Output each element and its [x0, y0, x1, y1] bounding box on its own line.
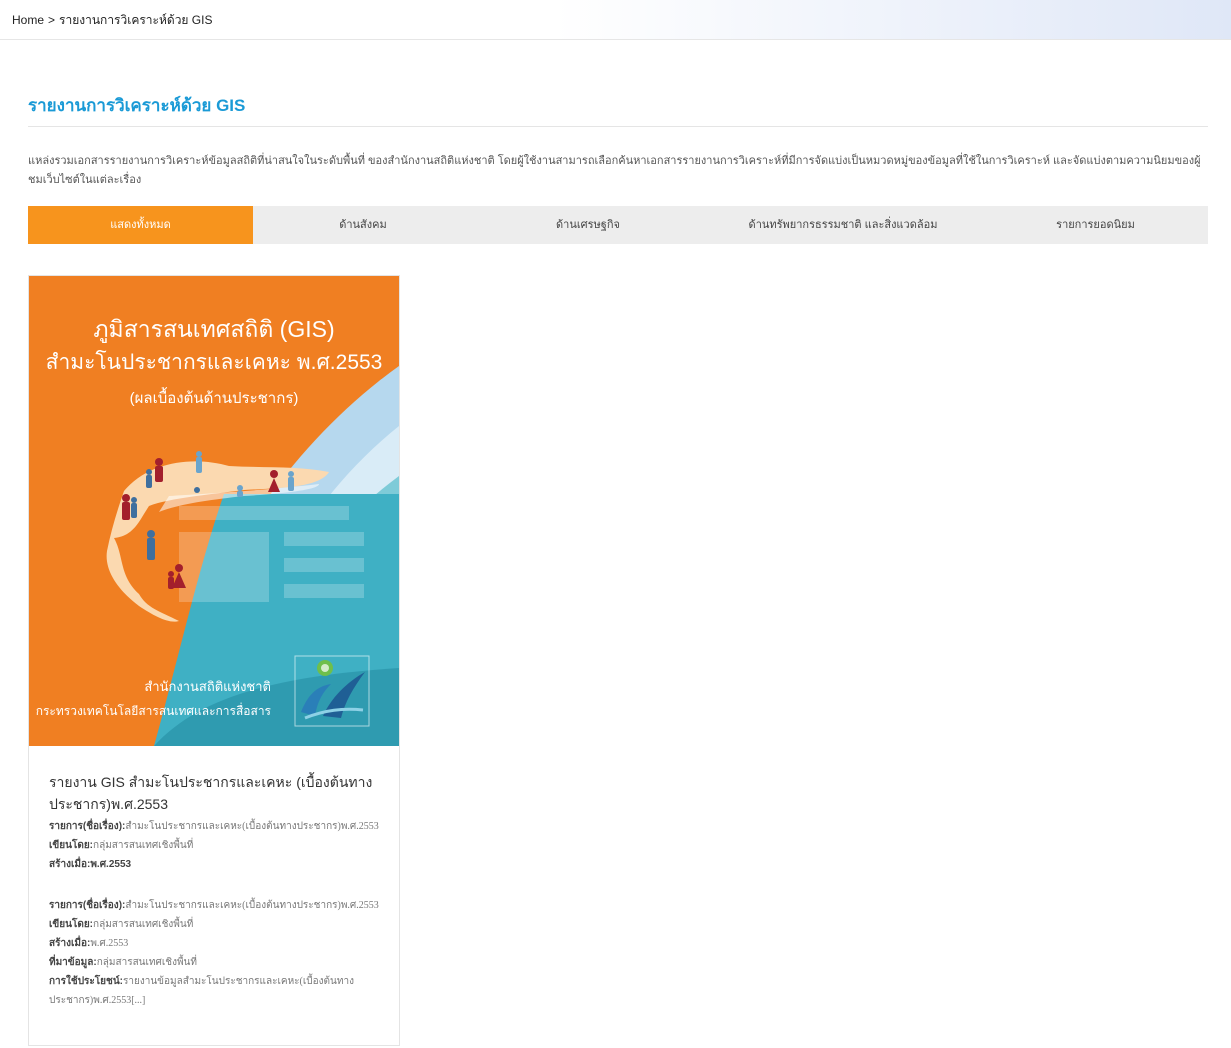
meta-usage-key: การใช้ประโยชน์: — [49, 976, 123, 987]
report-card-title[interactable]: รายงาน GIS สำมะโนประชากรและเคหะ (เบื้องต… — [49, 771, 379, 815]
cover-title-line2: สำมะโนประชากรและเคหะ พ.ศ.2553 — [45, 351, 383, 374]
tab-economic[interactable]: ด้านเศรษฐกิจ — [473, 206, 703, 244]
meta-subject-value: สำมะโนประชากรและเคหะ(เบื้องต้นทางประชากร… — [125, 821, 379, 832]
tab-popular[interactable]: รายการยอดนิยม — [983, 206, 1208, 244]
report-cover-image[interactable]: ภูมิสารสนเทศสถิติ (GIS) สำมะโนประชากรและ… — [29, 276, 399, 746]
meta-subject-value: สำมะโนประชากรและเคหะ(เบื้องต้นทางประชากร… — [125, 900, 379, 911]
cover-org-line1: สำนักงานสถิติแห่งชาติ — [144, 679, 271, 694]
meta-subject-key: รายการ(ชื่อเรื่อง): — [49, 821, 126, 832]
meta-created-key: สร้างเมื่อ: — [49, 938, 91, 949]
top-bar: Home > รายงานการวิเคราะห์ด้วย GIS — [0, 0, 1231, 40]
meta-author-key: เขียนโดย: — [49, 840, 94, 851]
title-divider — [28, 126, 1208, 127]
meta-author-value: กลุ่มสารสนเทศเชิงพื้นที่ — [93, 919, 194, 930]
meta-created-value: พ.ศ.2553 — [90, 938, 129, 949]
meta-source-value: กลุ่มสารสนเทศเชิงพื้นที่ — [96, 957, 197, 968]
report-meta-block: รายการ(ชื่อเรื่อง):สำมะโนประชากรและเคหะ(… — [49, 817, 384, 874]
category-tabs: แสดงทั้งหมด ด้านสังคม ด้านเศรษฐกิจ ด้านท… — [28, 206, 1208, 244]
cover-org-line2: กระทรวงเทคโนโลยีสารสนเทศและการสื่อสาร — [35, 704, 271, 718]
page-description: แหล่งรวมเอกสารรายงานการวิเคราะห์ข้อมูลสถ… — [28, 155, 1201, 186]
breadcrumb-current: รายงานการวิเคราะห์ด้วย GIS — [59, 13, 213, 27]
meta-source-key: ที่มาข้อมูล: — [49, 957, 97, 968]
meta-subject-key: รายการ(ชื่อเรื่อง): — [49, 900, 126, 911]
cover-subtitle: (ผลเบื้องต้นด้านประชากร) — [129, 390, 299, 407]
breadcrumb-separator: > — [48, 13, 56, 27]
report-meta-block-full: รายการ(ชื่อเรื่อง):สำมะโนประชากรและเคหะ(… — [49, 896, 384, 1010]
nso-logo-icon — [291, 652, 373, 730]
breadcrumb-home-link[interactable]: Home — [12, 13, 44, 27]
tab-show-all[interactable]: แสดงทั้งหมด — [28, 206, 253, 244]
page-title: รายงานการวิเคราะห์ด้วย GIS — [28, 96, 246, 115]
meta-author-key: เขียนโดย: — [49, 919, 94, 930]
meta-author-value: กลุ่มสารสนเทศเชิงพื้นที่ — [93, 840, 194, 851]
tab-natural-resources[interactable]: ด้านทรัพยากรธรรมชาติ และสิ่งแวดล้อม — [703, 206, 983, 244]
tab-social[interactable]: ด้านสังคม — [253, 206, 473, 244]
meta-created-garbled: สร้างเมื่อ:พ.ศ.2553 — [49, 859, 132, 870]
report-card[interactable]: ภูมิสารสนเทศสถิติ (GIS) สำมะโนประชากรและ… — [28, 275, 400, 1046]
cover-title-line1: ภูมิสารสนเทศสถิติ (GIS) — [93, 316, 335, 342]
breadcrumb: Home > รายงานการวิเคราะห์ด้วย GIS — [12, 11, 212, 30]
